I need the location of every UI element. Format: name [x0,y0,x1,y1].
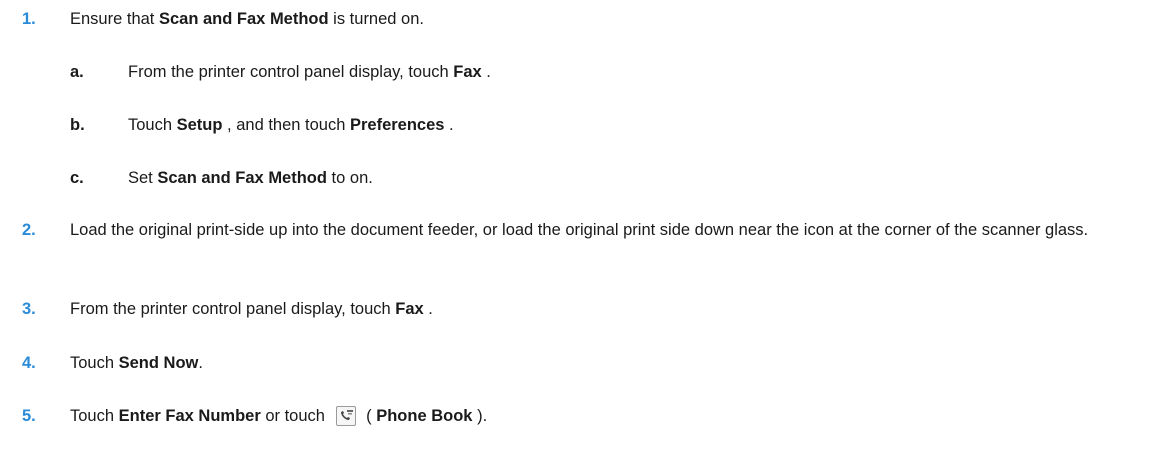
step-5: 5. Touch Enter Fax Number or touch ( Pho… [22,403,1163,429]
text-run: ). [472,407,488,425]
substep-c: c. Set Scan and Fax Method to on. [70,165,1163,191]
bold-term: Enter Fax Number [118,407,261,425]
bold-term: Send Now [118,354,199,372]
text-run: Set [128,169,158,187]
text-run: . [198,354,203,372]
text-run: or touch [260,407,330,425]
substep-text: Touch Setup , and then touch Preferences… [128,112,1163,138]
bold-term: Phone Book [376,407,473,425]
step-text: Ensure that Scan and Fax Method is turne… [70,6,1163,32]
step-text: From the printer control panel display, … [70,296,1163,322]
substep-text: Set Scan and Fax Method to on. [128,165,1163,191]
phone-book-icon [335,406,356,426]
step-number: 5. [22,407,36,425]
step-number: 3. [22,300,36,318]
text-run: . [481,63,491,81]
step-number: 2. [22,221,36,239]
step-text: Touch Enter Fax Number or touch ( Phone … [70,403,1163,429]
text-run: to on. [326,169,373,187]
bold-term: Scan and Fax Method [157,169,327,187]
text-run: Touch [128,116,177,134]
step-2: 2. Load the original print-side up into … [22,217,1163,243]
substep-b: b. Touch Setup , and then touch Preferen… [70,112,1163,138]
text-run: Ensure that [70,10,159,28]
text-run: Touch [70,407,119,425]
text-run: From the printer control panel display, … [128,63,454,81]
step-1: 1. Ensure that Scan and Fax Method is tu… [22,6,1163,32]
step-text: Touch Send Now. [70,350,1163,376]
substep-a: a. From the printer control panel displa… [70,59,1163,85]
text-run: , and then touch [222,116,350,134]
step-text: Load the original print-side up into the… [70,221,1089,239]
bold-term: Fax [453,63,482,81]
text-run: is turned on. [328,10,424,28]
substep-letter: a. [70,63,84,81]
substep-letter: c. [70,169,84,187]
text-run: . [444,116,454,134]
substep-text: From the printer control panel display, … [128,59,1163,85]
bold-term: Fax [395,300,424,318]
bold-term: Preferences [349,116,445,134]
bold-term: Setup [176,116,223,134]
text-run: . [423,300,433,318]
step-number: 4. [22,354,36,372]
bold-term: Scan and Fax Method [158,10,329,28]
text-run: ( [361,407,377,425]
text-run: From the printer control panel display, … [70,300,396,318]
step-4: 4. Touch Send Now. [22,350,1163,376]
substep-letter: b. [70,116,85,134]
step-3: 3. From the printer control panel displa… [22,296,1163,322]
step-number: 1. [22,10,36,28]
text-run: Touch [70,354,119,372]
